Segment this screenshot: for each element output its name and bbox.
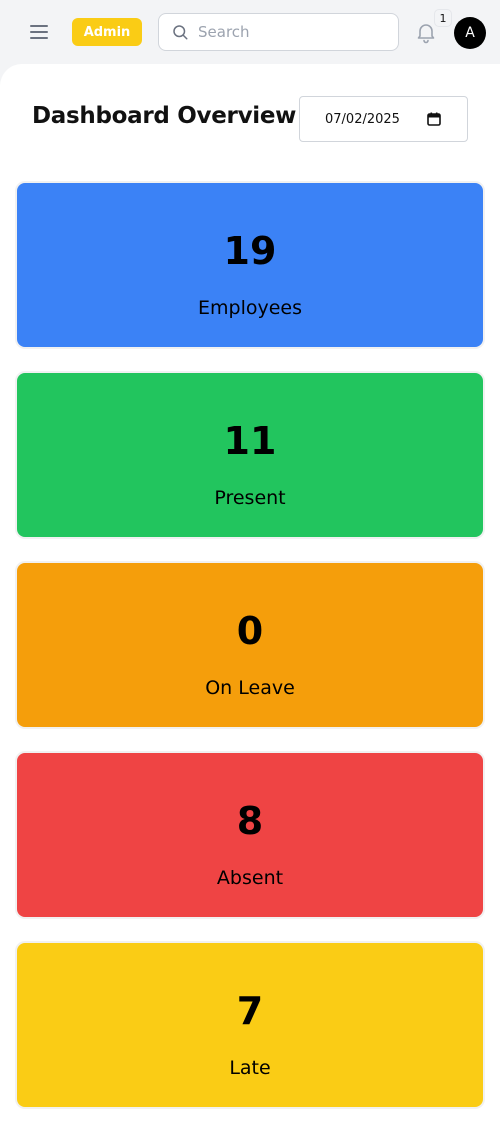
- stat-value: 11: [223, 419, 277, 463]
- date-input[interactable]: 07/02/2025: [299, 96, 468, 142]
- stat-label: Employees: [198, 297, 302, 319]
- stat-card-present: 11 Present: [17, 373, 483, 537]
- hamburger-menu-icon[interactable]: [30, 20, 56, 44]
- search-icon: [173, 25, 188, 40]
- avatar[interactable]: A: [454, 17, 486, 49]
- date-value: 07/02/2025: [325, 111, 400, 127]
- search-box[interactable]: [158, 13, 399, 51]
- stat-value: 8: [236, 799, 264, 843]
- stat-value: 19: [223, 229, 277, 273]
- calendar-icon[interactable]: [427, 112, 441, 126]
- main-content: Dashboard Overview 07/02/2025 19 Employe…: [0, 64, 500, 1125]
- stat-label: Late: [229, 1057, 271, 1079]
- stat-card-absent: 8 Absent: [17, 753, 483, 917]
- search-input[interactable]: [198, 23, 388, 41]
- stat-label: Present: [214, 487, 286, 509]
- stat-card-employees: 19 Employees: [17, 183, 483, 347]
- top-bar: Admin 1 A: [0, 0, 500, 64]
- role-badge: Admin: [72, 18, 142, 46]
- stat-label: Absent: [216, 867, 284, 889]
- stat-value: 0: [236, 609, 264, 653]
- stat-value: 7: [236, 989, 264, 1033]
- stat-card-late: 7 Late: [17, 943, 483, 1107]
- stat-label: On Leave: [205, 677, 295, 699]
- stat-card-on-leave: 0 On Leave: [17, 563, 483, 727]
- notification-count-badge: 1: [434, 9, 452, 27]
- page-title: Dashboard Overview: [32, 103, 297, 129]
